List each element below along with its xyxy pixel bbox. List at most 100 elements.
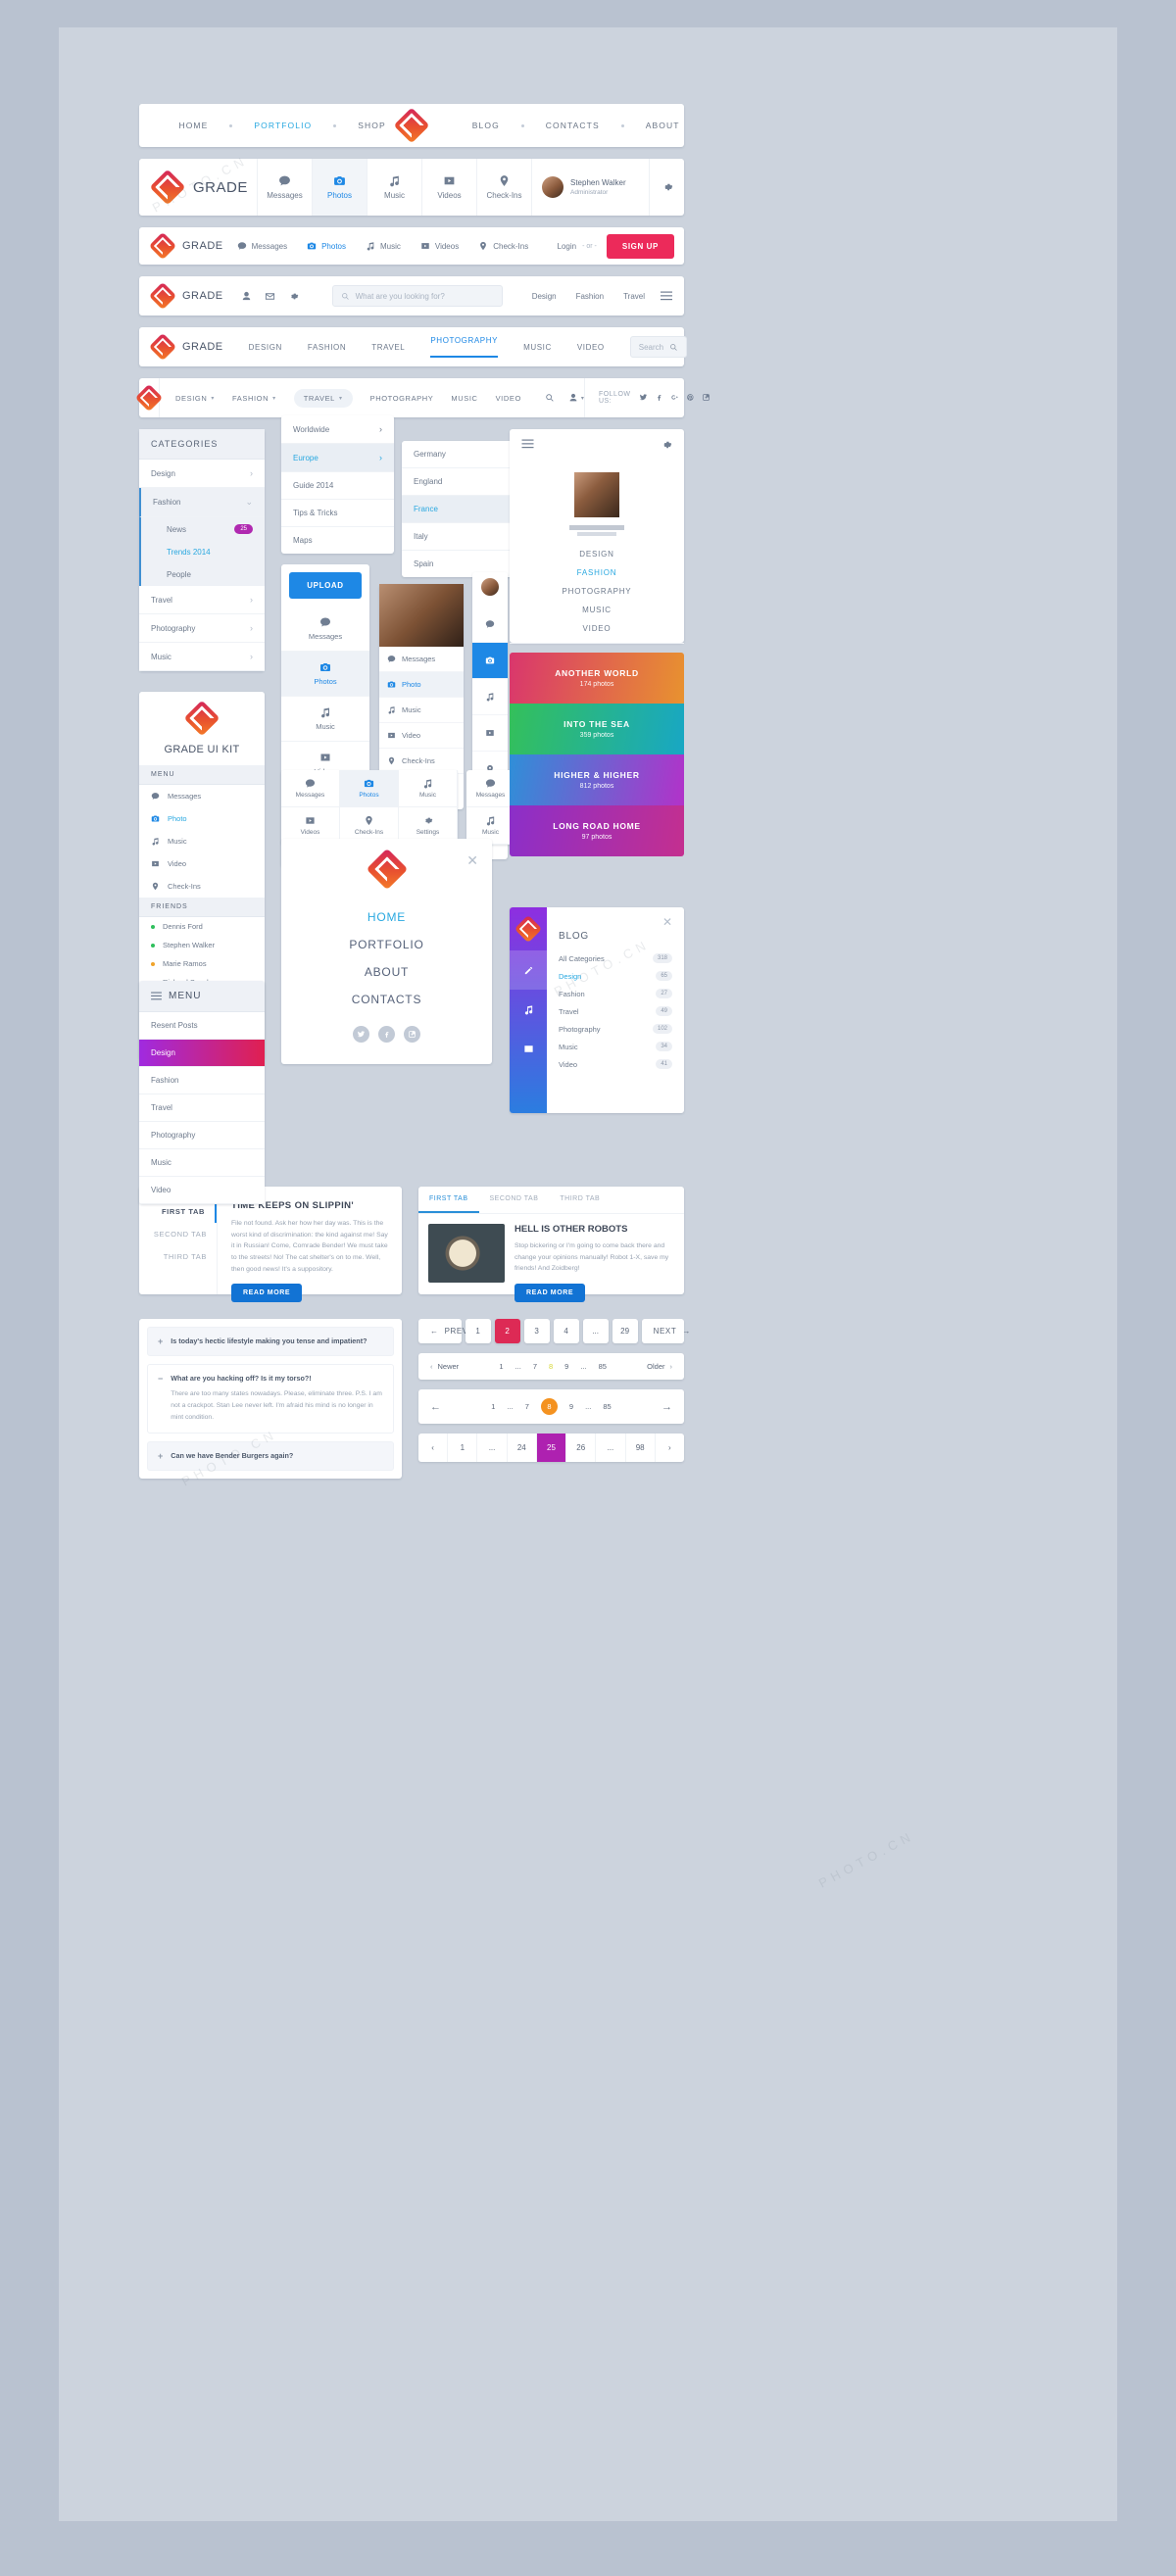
topnav-item-about[interactable]: ABOUT	[646, 121, 680, 130]
nav-item-messages[interactable]: Messages	[257, 159, 312, 216]
kit-menu-photo[interactable]: Photo	[139, 807, 265, 830]
hamburger-icon[interactable]	[521, 439, 534, 449]
nav-item-photos[interactable]: Photos	[312, 159, 367, 216]
blog-rail-music-icon[interactable]	[510, 990, 547, 1029]
nav-tab-design[interactable]: DESIGN	[249, 343, 282, 352]
htab-second-tab[interactable]: SECOND TAB	[479, 1187, 550, 1213]
nav-link-travel[interactable]: Travel	[623, 292, 645, 301]
page-8[interactable]: 8	[549, 1362, 553, 1371]
nav-item-videos[interactable]: Videos	[421, 159, 476, 216]
category-music[interactable]: Music ›	[139, 643, 265, 671]
subcategory-trends-2014[interactable]: Trends 2014	[141, 541, 265, 563]
panel-item-messages[interactable]: Messages	[379, 647, 464, 672]
newer-button[interactable]: ‹ Newer	[430, 1362, 459, 1371]
instagram-icon-button[interactable]	[404, 1026, 420, 1043]
rail-item-message-icon[interactable]	[472, 607, 508, 643]
topnav-item-contacts[interactable]: CONTACTS	[546, 121, 600, 130]
nav-item-travel[interactable]: TRAVEL ▾	[293, 388, 353, 408]
nav-item-music[interactable]: Music	[366, 241, 401, 251]
page-...[interactable]: ...	[585, 1402, 591, 1411]
dropdown-item-france[interactable]: France	[402, 496, 514, 523]
prev-button[interactable]: ← PREV	[418, 1319, 467, 1343]
read-more-button[interactable]: READ MORE	[231, 1284, 303, 1303]
blog-row-travel[interactable]: Travel 49	[559, 1002, 672, 1020]
friend-item[interactable]: Stephen Walker	[139, 936, 265, 954]
nav-item-photos[interactable]: Photos	[307, 241, 346, 251]
twitter-icon-button[interactable]	[639, 389, 648, 407]
category-design[interactable]: Design ›	[139, 460, 265, 488]
friend-item[interactable]: Dennis Ford	[139, 917, 265, 936]
login-link[interactable]: Login	[558, 242, 577, 251]
dropdown-item-italy[interactable]: Italy	[402, 523, 514, 551]
search-input[interactable]: What are you looking for?	[331, 285, 503, 307]
menu-link-contacts[interactable]: CONTACTS	[281, 993, 492, 1006]
grid-cell-music[interactable]: Music	[398, 770, 458, 807]
page-...[interactable]: ...	[596, 1434, 626, 1462]
page-29[interactable]: 29	[612, 1319, 638, 1343]
accordion-item[interactable]: − What are you hacking off? Is it my tors…	[147, 1364, 394, 1434]
user-icon[interactable]	[241, 291, 252, 302]
page-...[interactable]: ...	[507, 1402, 513, 1411]
nav-tab-fashion[interactable]: FASHION	[308, 343, 346, 352]
page-4[interactable]: 4	[553, 1319, 579, 1343]
google-plus-icon-button[interactable]	[670, 389, 679, 407]
blog-row-photography[interactable]: Photography 102	[559, 1020, 672, 1038]
page-9[interactable]: 9	[564, 1362, 568, 1371]
page-1[interactable]: 1	[499, 1362, 503, 1371]
topnav-item-blog[interactable]: BLOG	[472, 121, 500, 130]
nav-tab-music[interactable]: MUSIC	[523, 343, 552, 352]
next-arrow-button[interactable]: →	[662, 1401, 672, 1413]
page-85[interactable]: 85	[603, 1402, 611, 1411]
menu-item-resent-posts[interactable]: Resent Posts	[139, 1012, 265, 1040]
menu-item-video[interactable]: Video	[139, 1177, 265, 1204]
accordion-item[interactable]: + Can we have Bender Burgers again?	[147, 1440, 394, 1471]
facebook-icon-button[interactable]	[378, 1026, 395, 1043]
gallery-item[interactable]: INTO THE SEA 359 photos	[510, 704, 684, 754]
panel-item-music[interactable]: Music	[379, 698, 464, 723]
topnav-item-home[interactable]: HOME	[178, 121, 208, 130]
friend-item[interactable]: Marie Ramos	[139, 954, 265, 973]
grid-cell-photos[interactable]: Photos	[339, 770, 399, 807]
nav-item-check-ins[interactable]: Check-Ins	[478, 241, 528, 251]
page-7[interactable]: 7	[533, 1362, 537, 1371]
nav-item-design[interactable]: DESIGN ▾	[175, 394, 215, 403]
nav-item-check-ins[interactable]: Check-Ins	[476, 159, 531, 216]
dropdown-item-tips-tricks[interactable]: Tips & Tricks	[281, 500, 394, 527]
page-26[interactable]: 26	[566, 1434, 597, 1462]
page-...[interactable]: ...	[477, 1434, 508, 1462]
page-85[interactable]: 85	[599, 1362, 607, 1371]
page-98[interactable]: 98	[626, 1434, 656, 1462]
panel-item-music[interactable]: Music	[281, 697, 369, 742]
panel-item-photos[interactable]: Photos	[281, 652, 369, 697]
nav-link-design[interactable]: Design	[532, 292, 557, 301]
gear-icon[interactable]	[288, 291, 299, 302]
twitter-icon-button[interactable]	[353, 1026, 369, 1043]
dropdown-item-maps[interactable]: Maps	[281, 527, 394, 554]
pinterest-icon-button[interactable]	[686, 389, 695, 407]
nav-item-music[interactable]: MUSIC	[451, 394, 477, 403]
page-...[interactable]: ...	[515, 1362, 521, 1371]
account-menu[interactable]: ▾	[568, 393, 584, 403]
kit-menu-video[interactable]: Video	[139, 852, 265, 875]
subcategory-people[interactable]: People	[141, 563, 265, 586]
page-9[interactable]: 9	[569, 1402, 573, 1411]
nav-tab-travel[interactable]: TRAVEL	[371, 343, 405, 352]
menu-item-photography[interactable]: Photography	[139, 1122, 265, 1149]
category-photography[interactable]: Photography ›	[139, 614, 265, 643]
rail-item-camera-icon[interactable]	[472, 643, 508, 679]
vtab-second-tab[interactable]: SECOND TAB	[139, 1223, 217, 1245]
signup-button[interactable]: SIGN UP	[606, 233, 674, 259]
profile-nav-fashion[interactable]: FASHION	[510, 568, 684, 577]
topnav-item-shop[interactable]: SHOP	[358, 121, 386, 130]
settings-button[interactable]	[649, 159, 684, 216]
blog-row-design[interactable]: Design 65	[559, 967, 672, 985]
menu-item-fashion[interactable]: Fashion	[139, 1067, 265, 1094]
page-1[interactable]: 1	[465, 1319, 491, 1343]
menu-link-about[interactable]: ABOUT	[281, 965, 492, 979]
page-3[interactable]: 3	[523, 1319, 550, 1343]
page-...[interactable]: ...	[582, 1319, 609, 1343]
menu-link-portfolio[interactable]: PORTFOLIO	[281, 938, 492, 951]
accordion-item[interactable]: + Is today's hectic lifestyle making you …	[147, 1327, 394, 1356]
dropdown-item-guide-2014[interactable]: Guide 2014	[281, 472, 394, 500]
page-2[interactable]: 2	[494, 1319, 520, 1343]
